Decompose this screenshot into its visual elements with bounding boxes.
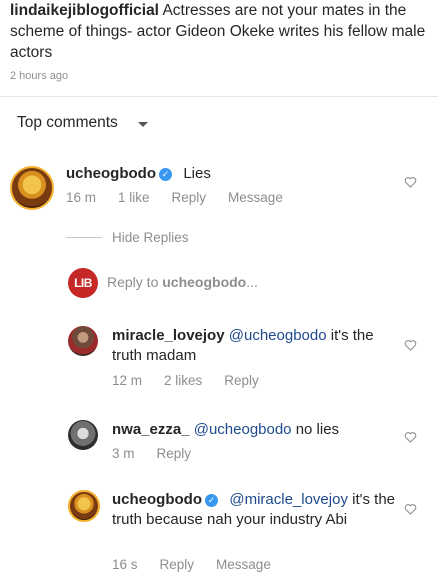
post-caption-block: lindaikejiblogofficial Actresses are not…	[10, 0, 432, 82]
comment-sort-label: Top comments	[17, 114, 118, 131]
reply-body: no lies	[291, 421, 340, 438]
heart-icon[interactable]	[404, 339, 417, 351]
post-timestamp: 2 hours ago	[10, 70, 69, 82]
reply-input[interactable]: Reply to ucheogbodo...	[107, 274, 258, 290]
heart-icon[interactable]	[404, 503, 417, 515]
reply-input-prefix: Reply to	[107, 274, 163, 290]
reply-mention[interactable]: @miracle_lovejoy	[229, 491, 348, 508]
reply-text: nwa_ezza_ @ucheogbodo no lies	[112, 420, 402, 440]
reply-button[interactable]: Reply	[224, 373, 259, 388]
avatar[interactable]	[68, 490, 100, 522]
reply-time: 12 m	[112, 373, 143, 388]
comment-text: ucheogbodo ✓ Lies	[66, 164, 211, 184]
hide-replies-line	[66, 237, 102, 238]
post-username[interactable]: lindaikejiblogofficial	[10, 2, 159, 19]
reply-time: 16 s	[112, 557, 138, 572]
reply-meta: 3 m Reply	[112, 446, 191, 461]
heart-icon[interactable]	[404, 176, 417, 188]
message-button[interactable]: Message	[228, 190, 283, 205]
avatar[interactable]	[68, 326, 98, 356]
reply-input-suffix: ...	[246, 274, 258, 290]
reply-likes[interactable]: 2 likes	[164, 373, 202, 388]
reply-button[interactable]: Reply	[160, 557, 195, 572]
hide-replies-toggle[interactable]: Hide Replies	[66, 230, 189, 245]
reply-username[interactable]: ucheogbodo	[112, 491, 202, 508]
reply-button[interactable]: Reply	[172, 190, 207, 205]
comment-meta: 16 m 1 like Reply Message	[66, 190, 283, 205]
verified-badge-icon: ✓	[159, 168, 172, 181]
reply-meta: 12 m 2 likes Reply	[112, 373, 259, 388]
reply-input-user: ucheogbodo	[162, 274, 247, 290]
reply-mention[interactable]: @ucheogbodo	[194, 421, 292, 438]
reply-button[interactable]: Reply	[157, 446, 192, 461]
reply-text: miracle_lovejoy @ucheogbodo it's the tru…	[112, 326, 402, 366]
caret-down-icon	[137, 121, 148, 127]
lib-logo: LIB	[74, 276, 92, 290]
hide-replies-label: Hide Replies	[112, 230, 189, 245]
avatar[interactable]	[68, 420, 98, 450]
reply-username[interactable]: miracle_lovejoy	[112, 327, 225, 344]
reply-meta: 16 s Reply Message	[112, 557, 271, 572]
post-caption: lindaikejiblogofficial Actresses are not…	[10, 0, 432, 63]
comment-time: 16 m	[66, 190, 97, 205]
reply-username[interactable]: nwa_ezza_	[112, 421, 190, 438]
divider	[0, 96, 438, 97]
heart-icon[interactable]	[404, 431, 417, 443]
avatar[interactable]	[10, 166, 54, 210]
current-user-avatar: LIB	[68, 268, 98, 298]
reply-time: 3 m	[112, 446, 135, 461]
comment-sort-dropdown[interactable]: Top comments	[17, 114, 148, 132]
comment-username[interactable]: ucheogbodo	[66, 165, 156, 182]
message-button[interactable]: Message	[216, 557, 271, 572]
reply-text: ucheogbodo ✓ @miracle_lovejoy it's the tr…	[112, 490, 402, 530]
reply-mention[interactable]: @ucheogbodo	[229, 327, 327, 344]
comment-likes[interactable]: 1 like	[118, 190, 150, 205]
verified-badge-icon: ✓	[205, 494, 218, 507]
comment-body: Lies	[183, 165, 211, 182]
